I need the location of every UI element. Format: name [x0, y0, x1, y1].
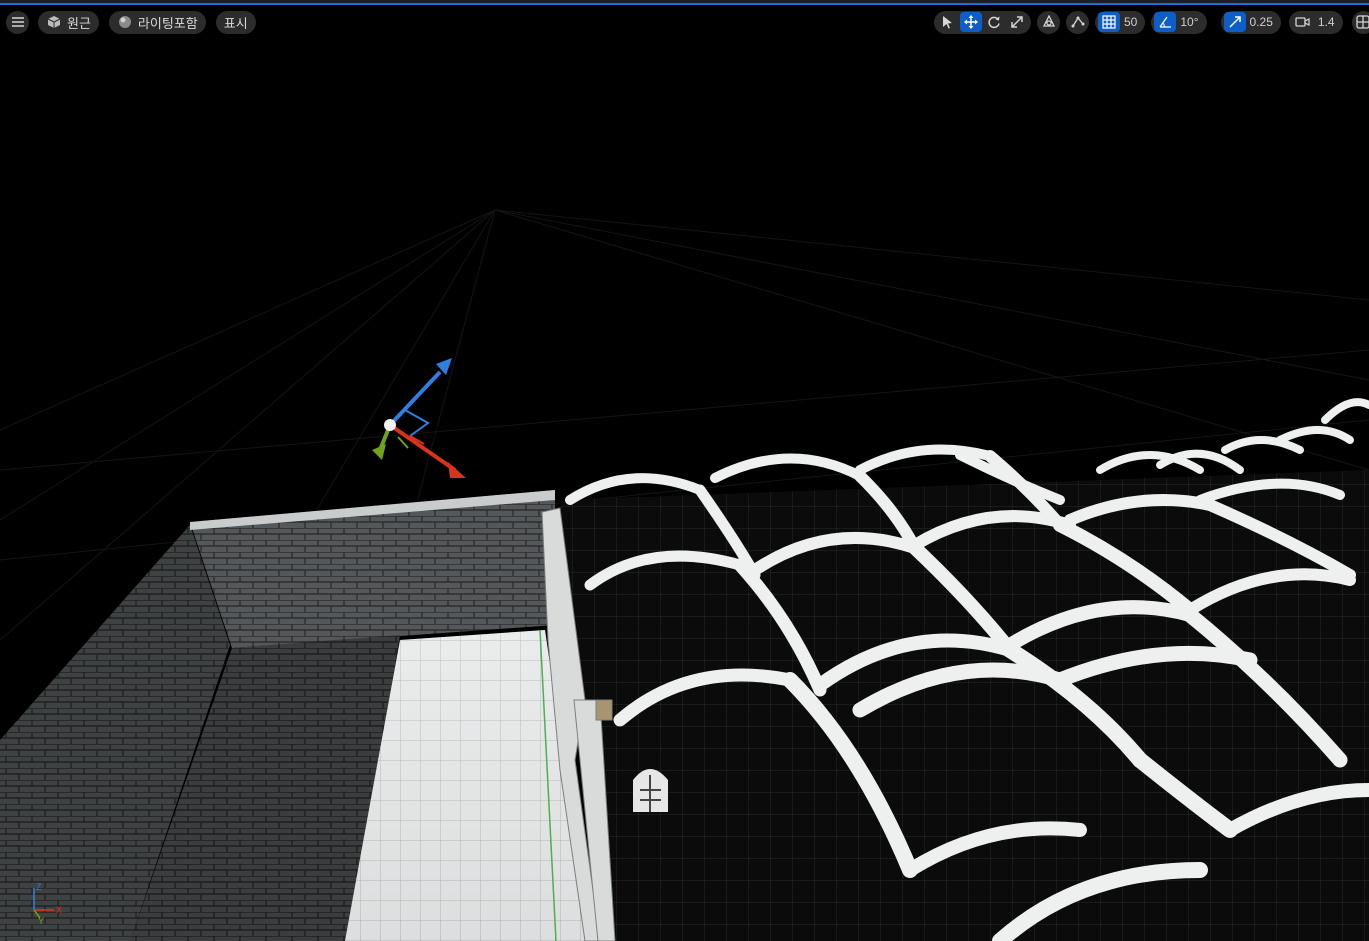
select-tool-button[interactable]	[937, 12, 959, 32]
camera-speed-button[interactable]	[1292, 12, 1314, 32]
scale-snap-icon	[1227, 14, 1243, 30]
arched-window	[633, 769, 668, 812]
scale-icon	[1009, 14, 1025, 30]
camera-speed-value: 1.4	[1317, 15, 1335, 29]
show-label: 표시	[223, 15, 248, 31]
cube-icon	[46, 14, 62, 30]
rotation-snap-toggle[interactable]	[1154, 12, 1177, 32]
transform-gizmo[interactable]	[372, 358, 466, 478]
transform-tools-group	[934, 10, 1031, 34]
level-viewport[interactable]	[0, 0, 1369, 941]
viewport-menu-button[interactable]	[6, 10, 29, 34]
window-top-accent	[0, 0, 1369, 5]
lighting-mode-button[interactable]: 라이팅포함	[108, 10, 206, 34]
scale-snap-toggle[interactable]	[1223, 12, 1246, 32]
perspective-label: 원근	[67, 15, 91, 31]
viewport-layout-button[interactable]	[1351, 10, 1369, 34]
grid-snap-value[interactable]: 50	[1121, 15, 1142, 29]
grid-snap-toggle[interactable]	[1098, 12, 1120, 32]
move-arrows-icon	[963, 14, 979, 30]
scale-snap-value[interactable]: 0.25	[1247, 15, 1278, 29]
video-camera-icon	[1295, 14, 1311, 30]
rotate-tool-button[interactable]	[983, 12, 1005, 32]
cursor-arrow-icon	[940, 14, 956, 30]
grid-icon	[1101, 14, 1117, 30]
axis-indicator: Z X Y	[33, 882, 62, 926]
grid-snap-group: 50	[1095, 10, 1146, 34]
rotation-snap-group: 10°	[1151, 10, 1207, 34]
arcade-floor	[560, 470, 1369, 941]
viewport-toolbar-right: 50 10° 0.25 1.4	[934, 10, 1369, 34]
viewport-toolbar-left: 원근 라이팅포함 표시	[6, 10, 256, 34]
camera-speed-group[interactable]: 1.4	[1288, 10, 1343, 34]
rotate-icon	[986, 14, 1002, 30]
axis-x-label: X	[56, 905, 62, 915]
surface-snapping-button[interactable]	[1066, 10, 1089, 34]
coordinate-space-button[interactable]	[1037, 10, 1060, 34]
scale-snap-group: 0.25	[1220, 10, 1281, 34]
show-button[interactable]: 표시	[215, 10, 256, 34]
rotation-snap-value[interactable]: 10°	[1177, 15, 1203, 29]
lit-sphere-icon	[117, 14, 133, 30]
hamburger-menu-icon	[10, 14, 26, 30]
layout-grid-icon	[1355, 14, 1369, 30]
lighting-label: 라이팅포함	[137, 15, 198, 31]
axis-y-label: Y	[38, 916, 44, 926]
surface-snap-icon	[1070, 14, 1086, 30]
translate-tool-button[interactable]	[960, 12, 982, 32]
perspective-button[interactable]: 원근	[38, 10, 99, 34]
world-space-icon	[1041, 14, 1057, 30]
angle-icon	[1157, 14, 1173, 30]
axis-z-label: Z	[36, 882, 42, 892]
scale-tool-button[interactable]	[1006, 12, 1028, 32]
